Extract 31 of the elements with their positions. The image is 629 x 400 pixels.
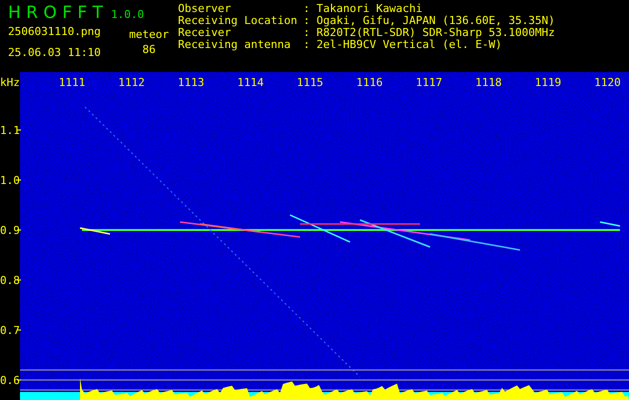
y-tick-label: 1.0 [0, 174, 20, 187]
station-label: Receiving antenna [178, 39, 292, 51]
x-tick-label: 1120 [594, 76, 621, 89]
x-tick-label: 1111 [58, 76, 86, 89]
station-label: Observer [178, 3, 232, 15]
detection-count: 86 [142, 44, 156, 56]
timestamp: 25.06.03 11:10 [8, 47, 102, 59]
x-tick-label: 1116 [356, 76, 383, 89]
x-tick-label: 1112 [118, 76, 145, 89]
x-tick-label: 1113 [178, 76, 204, 89]
axis-unit: kHz [0, 76, 20, 89]
station-label: Receiving Location [178, 15, 298, 27]
y-tick-label: 0.6 [0, 374, 20, 387]
station-value: : Takanori Kawachi [303, 3, 424, 15]
detection-label: meteor [129, 29, 169, 41]
x-tick-label: 1118 [475, 76, 502, 89]
x-tick-label: 1117 [416, 76, 442, 89]
y-tick-label: 0.9 [0, 224, 20, 237]
station-label: Receiver [178, 27, 231, 39]
station-value: : Ogaki, Gifu, JAPAN (136.60E, 35.35N) [303, 15, 555, 27]
station-value: : R820T2(RTL-SDR) SDR-Sharp 53.1000MHz [303, 27, 555, 39]
y-tick-label: 0.7 [0, 324, 20, 337]
x-tick-label: 1115 [296, 76, 324, 89]
station-value: : 2el-HB9CV Vertical (el. E-W) [303, 39, 503, 51]
x-tick-label: 1119 [534, 76, 562, 89]
y-tick-label: 1.1 [0, 124, 20, 137]
x-tick-label: 1114 [237, 76, 264, 89]
app-version: 1.0.0 [110, 9, 144, 21]
y-tick-label: 0.8 [0, 274, 20, 287]
app-title: H R O F F T [8, 3, 103, 23]
file-name: 2506031110.png [8, 26, 102, 38]
